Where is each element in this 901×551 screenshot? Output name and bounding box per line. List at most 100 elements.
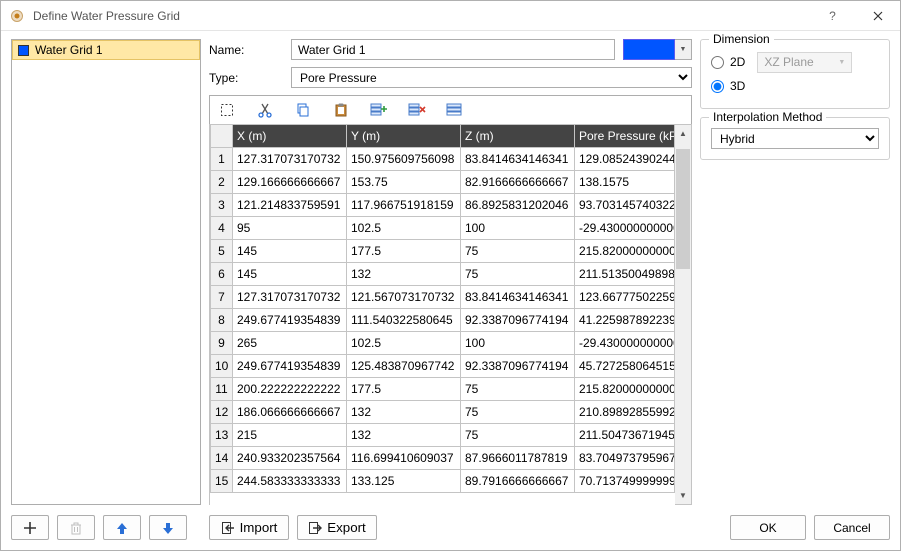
cell[interactable]: 215 xyxy=(233,424,347,447)
scroll-thumb[interactable] xyxy=(676,149,690,269)
cell[interactable]: 117.966751918159 xyxy=(347,194,461,217)
row-header[interactable]: 1 xyxy=(211,148,233,171)
cell[interactable]: 215.820000000001 xyxy=(575,378,675,401)
data-grid[interactable]: X (m) Y (m) Z (m) Pore Pressure (kPa) 11… xyxy=(210,124,675,505)
cell[interactable]: 150.975609756098 xyxy=(347,148,461,171)
cell[interactable]: 86.8925831202046 xyxy=(461,194,575,217)
copy-icon[interactable] xyxy=(292,99,314,121)
cell[interactable]: 177.5 xyxy=(347,240,461,263)
cell[interactable]: 215.820000000001 xyxy=(575,240,675,263)
row-header[interactable]: 8 xyxy=(211,309,233,332)
move-down-button[interactable] xyxy=(149,515,187,540)
cell[interactable]: 75 xyxy=(461,424,575,447)
scroll-up-icon[interactable]: ▲ xyxy=(675,125,691,142)
table-row[interactable]: 2129.166666666667153.7582.91666666666671… xyxy=(211,171,675,194)
table-row[interactable]: 7127.317073170732121.56707317073283.8414… xyxy=(211,286,675,309)
move-up-button[interactable] xyxy=(103,515,141,540)
cell[interactable]: 111.540322580645 xyxy=(347,309,461,332)
cell[interactable]: 116.699410609037 xyxy=(347,447,461,470)
row-header[interactable]: 13 xyxy=(211,424,233,447)
radio-3d[interactable] xyxy=(711,80,724,93)
column-header[interactable]: Z (m) xyxy=(461,125,575,148)
cell[interactable]: 83.8414634146341 xyxy=(461,148,575,171)
cell[interactable]: 92.3387096774194 xyxy=(461,309,575,332)
cell[interactable]: 83.7049737959678 xyxy=(575,447,675,470)
cell[interactable]: 87.9666011787819 xyxy=(461,447,575,470)
delete-button[interactable] xyxy=(57,515,95,540)
cell[interactable]: 75 xyxy=(461,401,575,424)
column-header[interactable]: Pore Pressure (kPa) xyxy=(575,125,675,148)
cell[interactable]: 200.222222222222 xyxy=(233,378,347,401)
cell[interactable]: 100 xyxy=(461,217,575,240)
cell[interactable]: 129.08524390244 xyxy=(575,148,675,171)
row-header[interactable]: 4 xyxy=(211,217,233,240)
add-button[interactable] xyxy=(11,515,49,540)
table-row[interactable]: 3121.214833759591117.96675191815986.8925… xyxy=(211,194,675,217)
cell[interactable]: 93.7031457403223 xyxy=(575,194,675,217)
cell[interactable]: 92.3387096774194 xyxy=(461,355,575,378)
color-button[interactable] xyxy=(623,39,675,60)
table-row[interactable]: 15244.583333333333133.12589.791666666666… xyxy=(211,470,675,493)
cell[interactable]: 100 xyxy=(461,332,575,355)
table-row[interactable]: 614513275211.513500498981 xyxy=(211,263,675,286)
row-header[interactable]: 9 xyxy=(211,332,233,355)
cell[interactable]: 138.1575 xyxy=(575,171,675,194)
select-tool-icon[interactable] xyxy=(216,99,238,121)
cell[interactable]: 265 xyxy=(233,332,347,355)
row-header[interactable]: 7 xyxy=(211,286,233,309)
cell[interactable]: 70.7137499999998 xyxy=(575,470,675,493)
table-row[interactable]: 495102.5100-29.4300000000001 xyxy=(211,217,675,240)
table-row[interactable]: 9265102.5100-29.4300000000001 xyxy=(211,332,675,355)
cell[interactable]: 102.5 xyxy=(347,332,461,355)
cell[interactable]: 127.317073170732 xyxy=(233,148,347,171)
cell[interactable]: 211.50473671945 xyxy=(575,424,675,447)
cell[interactable]: 132 xyxy=(347,401,461,424)
type-select[interactable]: Pore Pressure xyxy=(291,67,692,88)
cell[interactable]: 145 xyxy=(233,240,347,263)
cell[interactable]: 210.898928559926 xyxy=(575,401,675,424)
cut-icon[interactable] xyxy=(254,99,276,121)
grid-list[interactable]: Water Grid 1 xyxy=(11,39,201,505)
cell[interactable]: 211.513500498981 xyxy=(575,263,675,286)
cell[interactable]: 127.317073170732 xyxy=(233,286,347,309)
cell[interactable]: 75 xyxy=(461,263,575,286)
cell[interactable]: 153.75 xyxy=(347,171,461,194)
paste-icon[interactable] xyxy=(330,99,352,121)
cell[interactable]: 89.7916666666667 xyxy=(461,470,575,493)
radio-2d[interactable] xyxy=(711,56,724,69)
cell[interactable]: 121.567073170732 xyxy=(347,286,461,309)
cell[interactable]: 132 xyxy=(347,424,461,447)
table-row[interactable]: 12186.06666666666713275210.898928559926 xyxy=(211,401,675,424)
cell[interactable]: 129.166666666667 xyxy=(233,171,347,194)
cell[interactable]: 244.583333333333 xyxy=(233,470,347,493)
interpolation-select[interactable]: Hybrid xyxy=(711,128,879,149)
export-button[interactable]: Export xyxy=(297,515,377,540)
table-row[interactable]: 1321513275211.50473671945 xyxy=(211,424,675,447)
cell[interactable]: 125.483870967742 xyxy=(347,355,461,378)
row-header[interactable]: 12 xyxy=(211,401,233,424)
scroll-down-icon[interactable]: ▼ xyxy=(675,487,691,504)
cell[interactable]: 45.7272580645158 xyxy=(575,355,675,378)
cell[interactable]: 145 xyxy=(233,263,347,286)
delete-row-icon[interactable] xyxy=(406,99,428,121)
cell[interactable]: 75 xyxy=(461,378,575,401)
row-header[interactable]: 3 xyxy=(211,194,233,217)
cell[interactable]: -29.4300000000001 xyxy=(575,217,675,240)
row-header[interactable]: 14 xyxy=(211,447,233,470)
help-button[interactable]: ? xyxy=(810,1,855,31)
cell[interactable]: 95 xyxy=(233,217,347,240)
row-header[interactable]: 5 xyxy=(211,240,233,263)
append-row-icon[interactable] xyxy=(444,99,466,121)
cancel-button[interactable]: Cancel xyxy=(814,515,890,540)
row-header[interactable]: 2 xyxy=(211,171,233,194)
insert-row-icon[interactable] xyxy=(368,99,390,121)
grid-corner[interactable] xyxy=(211,125,233,148)
column-header[interactable]: X (m) xyxy=(233,125,347,148)
table-row[interactable]: 5145177.575215.820000000001 xyxy=(211,240,675,263)
column-header[interactable]: Y (m) xyxy=(347,125,461,148)
cell[interactable]: 82.9166666666667 xyxy=(461,171,575,194)
row-header[interactable]: 11 xyxy=(211,378,233,401)
cell[interactable]: 186.066666666667 xyxy=(233,401,347,424)
cell[interactable]: 249.677419354839 xyxy=(233,309,347,332)
import-button[interactable]: Import xyxy=(209,515,289,540)
